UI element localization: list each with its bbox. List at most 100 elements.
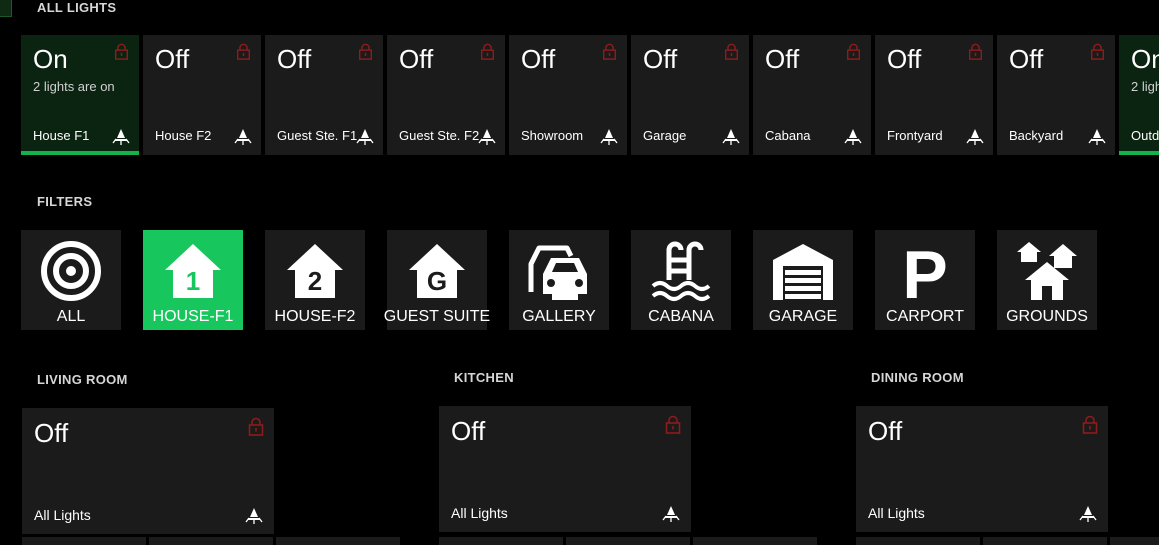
lamp-icon [600, 129, 618, 145]
light-group-tile[interactable]: Off House F2 [143, 35, 261, 155]
light-state: On [1131, 44, 1159, 74]
filter-cabana[interactable]: CABANA [631, 230, 731, 330]
light-group-name: Showroom [521, 128, 584, 143]
filter-garage[interactable]: GARAGE [753, 230, 853, 330]
lamp-icon [112, 129, 130, 145]
target-icon [41, 241, 101, 301]
next-row-tile-partial[interactable] [983, 537, 1107, 545]
filter-house-f1[interactable]: 1 HOUSE-F1 [143, 230, 243, 330]
light-state: Off [887, 44, 922, 74]
svg-text:1: 1 [186, 266, 200, 296]
light-state: Off [399, 44, 434, 74]
house-g-icon: G [409, 244, 465, 298]
filter-guest-suite[interactable]: G GUEST SUITE [384, 230, 490, 330]
light-group-name: Garage [643, 128, 687, 143]
room-state: Off [868, 416, 903, 446]
lamp-icon [1079, 506, 1097, 522]
light-group-tile[interactable]: Off Backyard [997, 35, 1115, 155]
lighting-dashboard: ALL LIGHTS On 2 lights are on House F1 Off H… [0, 0, 1159, 545]
lock-icon[interactable] [480, 43, 495, 60]
living-room-title: LIVING ROOM [37, 372, 128, 387]
filter-grounds[interactable]: GROUNDS [997, 230, 1097, 330]
filter-all[interactable]: ALL [21, 230, 121, 330]
filter-label: HOUSE-F2 [274, 308, 356, 325]
filter-carport[interactable]: P CARPORT [875, 230, 975, 330]
filters-title: FILTERS [37, 194, 93, 209]
dining-room-all-lights-tile[interactable]: Off All Lights [856, 406, 1108, 532]
light-group-name: Guest Ste. F1 [277, 128, 358, 143]
light-group-name: Guest Ste. F2 [399, 128, 480, 143]
filter-house-f2[interactable]: 2 HOUSE-F2 [265, 230, 365, 330]
light-group-tile[interactable]: On 2 lights are on House F1 [21, 35, 139, 155]
light-group-tile[interactable]: Off Guest Ste. F1 [265, 35, 383, 155]
room-light-name: All Lights [451, 505, 508, 521]
light-state: Off [765, 44, 800, 74]
next-row-tile-partial[interactable] [693, 537, 817, 545]
room-light-name: All Lights [868, 505, 925, 521]
lock-icon[interactable] [665, 415, 681, 434]
lock-icon[interactable] [1090, 43, 1105, 60]
lock-icon[interactable] [1082, 415, 1098, 434]
light-group-tile[interactable]: Off Garage [631, 35, 749, 155]
pool-icon [651, 241, 711, 301]
light-group-name: Frontyard [887, 128, 943, 143]
filters-row: ALL 1 HOUSE-F1 2 HOUSE-F2 G GUEST SUITE GALLERY… [21, 230, 1159, 330]
house-1-icon: 1 [165, 244, 221, 298]
lamp-icon [478, 129, 496, 145]
lock-icon[interactable] [602, 43, 617, 60]
filter-label: CARPORT [886, 308, 964, 325]
light-group-tile[interactable]: Off Cabana [753, 35, 871, 155]
lock-icon[interactable] [968, 43, 983, 60]
on-indicator-bar [1119, 151, 1159, 155]
filter-label: ALL [56, 308, 86, 325]
garage-icon [773, 244, 833, 300]
lamp-icon [245, 508, 263, 524]
room-state: Off [34, 418, 69, 448]
on-indicator-bar [21, 151, 139, 155]
svg-text:2: 2 [308, 266, 322, 296]
light-group-tile[interactable]: Off Showroom [509, 35, 627, 155]
kitchen-title: KITCHEN [454, 370, 514, 385]
light-state: Off [155, 44, 190, 74]
light-group-tile[interactable]: Off Frontyard [875, 35, 993, 155]
light-group-tile[interactable]: Off Guest Ste. F2 [387, 35, 505, 155]
light-group-name: Backyard [1009, 128, 1064, 143]
next-row-tile-partial[interactable] [276, 537, 400, 545]
next-row-tile-partial[interactable] [439, 537, 563, 545]
lock-icon[interactable] [248, 417, 264, 436]
lamp-icon [356, 129, 374, 145]
light-state: Off [1009, 44, 1044, 74]
light-group-name: Outdoor [1131, 128, 1159, 143]
cars-icon [528, 245, 588, 302]
next-row-tile-partial[interactable] [149, 537, 273, 545]
filter-label: GALLERY [522, 308, 596, 325]
next-row-tile-partial[interactable] [22, 537, 146, 545]
lock-icon[interactable] [724, 43, 739, 60]
light-group-name: House F1 [33, 128, 90, 143]
lamp-icon [662, 506, 680, 522]
light-group-tile[interactable]: On 2 lights are on Outdoor [1119, 35, 1159, 155]
kitchen-all-lights-tile[interactable]: Off All Lights [439, 406, 691, 532]
next-row-tile-partial[interactable] [856, 537, 980, 545]
lock-icon[interactable] [846, 43, 861, 60]
next-row-tile-partial[interactable] [566, 537, 690, 545]
lock-icon[interactable] [114, 43, 129, 60]
houses-icon [1017, 242, 1077, 300]
filter-label: GUEST SUITE [383, 308, 491, 325]
lock-icon[interactable] [358, 43, 373, 60]
lamp-icon [844, 129, 862, 145]
filter-label: GROUNDS [1006, 308, 1088, 325]
all-lights-title: ALL LIGHTS [37, 0, 117, 15]
room-state: Off [451, 416, 486, 446]
living-room-all-lights-tile[interactable]: Off All Lights [22, 408, 274, 534]
light-state: Off [521, 44, 556, 74]
lamp-icon [1088, 129, 1106, 145]
lamp-icon [966, 129, 984, 145]
next-row-tile-partial[interactable] [1110, 537, 1159, 545]
filter-gallery[interactable]: GALLERY [509, 230, 609, 330]
light-group-name: Cabana [765, 128, 811, 143]
parking-icon: P [902, 240, 947, 302]
light-group-name: House F2 [155, 128, 212, 143]
light-state: On [33, 44, 68, 74]
lock-icon[interactable] [236, 43, 251, 60]
